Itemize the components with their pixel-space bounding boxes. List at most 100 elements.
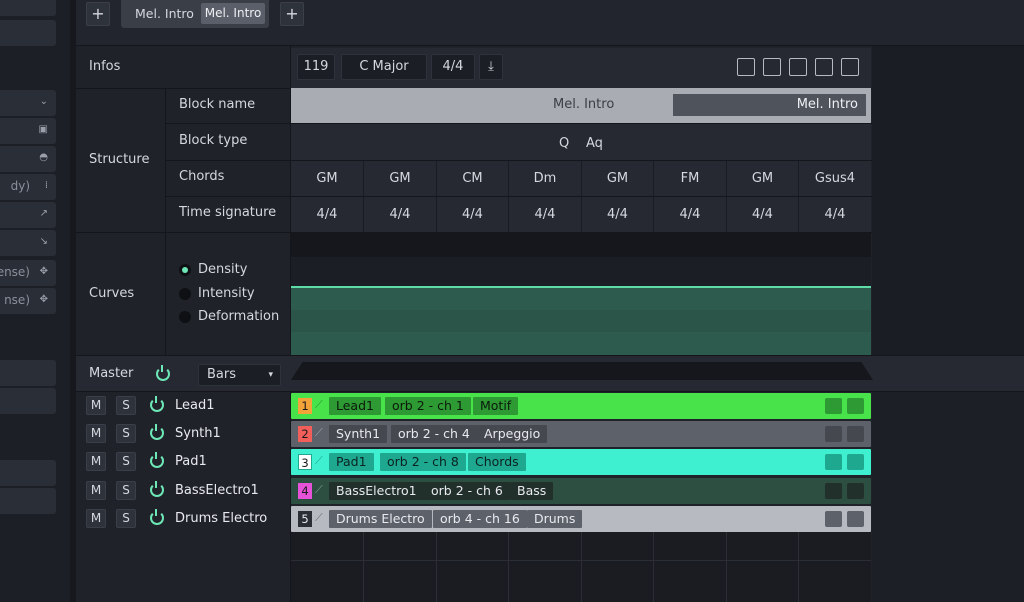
track-name[interactable]: Synth1 [175,426,221,441]
block-name-input[interactable]: Mel. Intro [673,94,866,116]
mixer-icon[interactable] [825,483,842,499]
sampler-icon[interactable] [841,58,859,76]
curve-editor[interactable] [291,233,871,355]
piano-icon[interactable] [847,454,864,470]
time-sig-cell[interactable]: 4/4 [437,197,509,232]
role-chip[interactable]: Motif [473,397,519,415]
sidebar-item[interactable] [0,388,56,414]
track-lane-pad1[interactable]: 3 ⟋ Pad1 orb 2 - ch 8 Chords [291,449,871,475]
density-radio[interactable] [179,264,191,276]
sidebar-item-6[interactable]: ↘ [0,230,56,256]
instrument-chip[interactable]: Synth1 [329,425,388,443]
mixer-icon[interactable] [825,398,842,414]
track-name[interactable]: BassElectro1 [175,483,259,498]
mixer-icon[interactable] [825,426,842,442]
track-lane-basselectro1[interactable]: 4 ⟋ BassElectro1 orb 2 - ch 6 Bass [291,478,871,504]
sidebar-item[interactable] [0,460,56,486]
solo-button[interactable]: S [116,509,136,528]
piano-icon[interactable] [847,511,864,527]
density-curve[interactable] [291,286,871,355]
deformation-label[interactable]: Deformation [198,309,279,324]
instrument-chip[interactable]: Pad1 [329,453,374,471]
time-signature-field[interactable]: 4/4 [431,54,475,80]
track-name[interactable]: Lead1 [175,398,215,413]
role-chip[interactable]: Arpeggio [477,425,548,443]
piano-roll-icon[interactable] [763,58,781,76]
sidebar-item-4[interactable]: dy) ⁞ [0,174,56,200]
tempo-field[interactable]: 119 [297,54,335,80]
time-sig-cell[interactable]: 4/4 [364,197,437,232]
track-name[interactable]: Drums Electro [175,511,267,526]
piano-icon[interactable] [847,398,864,414]
chord-cell[interactable]: GM [291,161,364,196]
channel-chip[interactable]: orb 2 - ch 4 [391,425,477,443]
block-type-aq[interactable]: Aq [586,136,603,151]
instrument-chip[interactable]: Lead1 [329,397,381,415]
channel-chip[interactable]: orb 2 - ch 8 [380,453,466,471]
chord-cell[interactable]: GM [364,161,437,196]
chord-cell[interactable]: CM [437,161,509,196]
instrument-chip[interactable]: BassElectro1 [329,482,424,500]
deformation-radio[interactable] [179,311,191,323]
bars-select[interactable]: Bars ▾ [198,364,281,386]
channel-chip[interactable]: orb 4 - ch 16 [433,510,527,528]
sidebar-item-1[interactable]: ⌄ [0,90,56,116]
chord-cell[interactable]: Dm [509,161,582,196]
layout-icon[interactable] [737,58,755,76]
track-name[interactable]: Pad1 [175,454,207,469]
solo-button[interactable]: S [116,424,136,443]
sidebar-item[interactable] [0,0,56,16]
mute-button[interactable]: M [86,481,106,500]
solo-button[interactable]: S [116,481,136,500]
chord-cell[interactable]: GM [727,161,799,196]
sidebar-item-8[interactable]: nse) ✥ [0,288,56,314]
role-chip[interactable]: Drums [527,510,583,528]
block-type-q[interactable]: Q [559,136,569,151]
track-power-icon[interactable] [150,481,164,497]
sidebar-item[interactable] [0,360,56,386]
block-tab[interactable]: Mel. Intro Mel. Intro [121,0,269,28]
intensity-radio[interactable] [179,288,191,300]
chord-cell[interactable]: FM [654,161,727,196]
mixer-icon[interactable] [825,511,842,527]
channel-chip[interactable]: orb 2 - ch 1 [385,397,471,415]
add-block-button[interactable]: + [86,2,110,26]
loop-icon[interactable] [789,58,807,76]
time-sig-cell[interactable]: 4/4 [582,197,654,232]
sidebar-item[interactable] [0,20,56,46]
mute-button[interactable]: M [86,509,106,528]
track-power-icon[interactable] [150,509,164,525]
role-chip[interactable]: Bass [510,482,554,500]
solo-button[interactable]: S [116,396,136,415]
track-power-icon[interactable] [150,452,164,468]
key-select[interactable]: C Major [341,54,427,80]
track-lane-synth1[interactable]: 2 ⟋ Synth1 orb 2 - ch 4 Arpeggio [291,421,871,447]
add-block-after-button[interactable]: + [280,2,304,26]
sidebar-item-5[interactable]: ↗ [0,202,56,228]
download-icon[interactable]: ⤓ [479,54,503,80]
time-sig-cell[interactable]: 4/4 [291,197,364,232]
mixer-icon[interactable] [825,454,842,470]
arrangement-grid[interactable] [291,532,871,602]
role-chip[interactable]: Chords [468,453,526,471]
piano-icon[interactable] [847,483,864,499]
piano-icon[interactable] [847,426,864,442]
sidebar-item-2[interactable]: ▣ [0,118,56,144]
note-icon[interactable] [815,58,833,76]
sidebar-item[interactable] [0,488,56,514]
mute-button[interactable]: M [86,452,106,471]
chord-cell[interactable]: Gsus4 [799,161,871,196]
master-power-icon[interactable] [156,365,170,381]
block-tab-active[interactable]: Mel. Intro [201,3,265,24]
time-sig-cell[interactable]: 4/4 [799,197,871,232]
track-power-icon[interactable] [150,424,164,440]
time-sig-cell[interactable]: 4/4 [654,197,727,232]
sidebar-item-3[interactable]: ◓ [0,146,56,172]
intensity-label[interactable]: Intensity [198,286,255,301]
chord-cell[interactable]: GM [582,161,654,196]
solo-button[interactable]: S [116,452,136,471]
time-sig-cell[interactable]: 4/4 [509,197,582,232]
time-sig-cell[interactable]: 4/4 [727,197,799,232]
sidebar-item-7[interactable]: ense) ✥ [0,260,56,286]
density-label[interactable]: Density [198,262,247,277]
